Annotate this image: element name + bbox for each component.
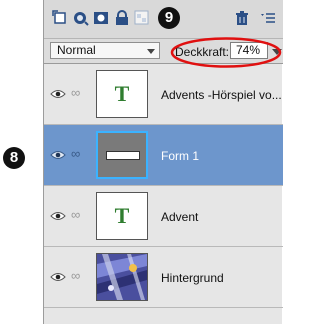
adjustment-icon[interactable] bbox=[73, 10, 89, 26]
layers-toolbar: 9 bbox=[44, 0, 283, 38]
layer-row[interactable]: ∞ Hintergrund bbox=[44, 247, 283, 308]
callout-9: 9 bbox=[158, 7, 180, 29]
callout-8: 8 bbox=[3, 147, 25, 169]
text-layer-icon: T bbox=[114, 81, 130, 106]
layer-name: Advents -Hörspiel vo... bbox=[161, 88, 282, 102]
eye-icon[interactable] bbox=[50, 272, 66, 282]
link-icon[interactable]: ∞ bbox=[71, 85, 80, 100]
eye-icon[interactable] bbox=[50, 211, 66, 221]
chevron-down-icon bbox=[147, 49, 155, 54]
blend-mode-value: Normal bbox=[57, 43, 96, 57]
layer-thumbnail: T bbox=[96, 192, 148, 240]
eye-icon[interactable] bbox=[50, 89, 66, 99]
link-icon[interactable]: ∞ bbox=[71, 268, 80, 283]
layer-name: Hintergrund bbox=[161, 271, 224, 285]
lock-icon[interactable] bbox=[114, 10, 130, 26]
layer-name: Form 1 bbox=[161, 149, 200, 163]
eye-icon[interactable] bbox=[50, 150, 66, 160]
lock-pixels-icon[interactable] bbox=[134, 10, 150, 26]
layer-row[interactable]: ∞ T Advent bbox=[44, 186, 283, 247]
new-layer-icon[interactable] bbox=[52, 10, 68, 26]
layer-name: Advent bbox=[161, 210, 199, 224]
link-icon[interactable]: ∞ bbox=[71, 146, 80, 161]
trash-icon[interactable] bbox=[234, 10, 250, 26]
layer-thumbnail: T bbox=[96, 70, 148, 118]
link-icon[interactable]: ∞ bbox=[71, 207, 80, 222]
layers-panel: 9 Normal Deckkraft: 74% ∞ T Advents -Hör… bbox=[43, 0, 283, 324]
layer-row[interactable]: ∞ T Advents -Hörspiel vo... bbox=[44, 64, 283, 125]
layer-thumbnail bbox=[96, 131, 148, 179]
layer-thumbnail bbox=[96, 253, 148, 301]
shape-preview bbox=[106, 151, 140, 160]
text-layer-icon: T bbox=[114, 203, 130, 228]
blend-mode-select[interactable]: Normal bbox=[50, 42, 160, 59]
panel-menu-icon[interactable] bbox=[260, 10, 276, 26]
background-image-thumbnail bbox=[97, 254, 147, 300]
mask-icon[interactable] bbox=[93, 10, 109, 26]
layer-row-selected[interactable]: ∞ Form 1 bbox=[44, 125, 283, 186]
